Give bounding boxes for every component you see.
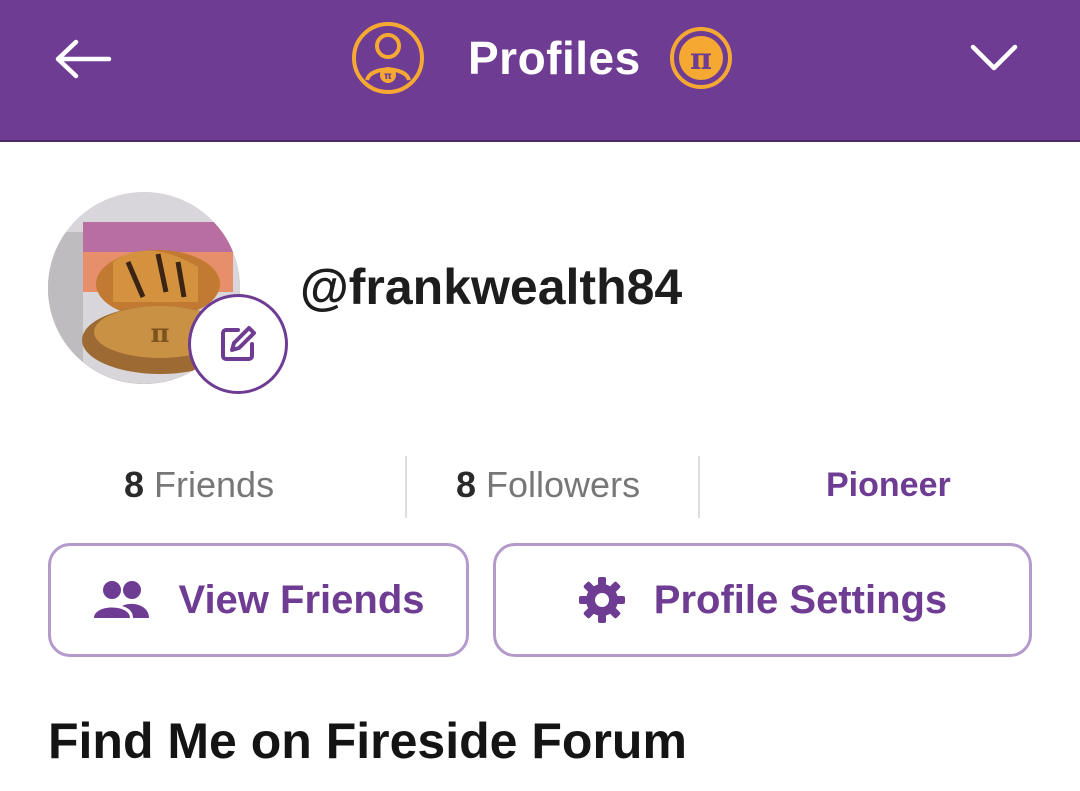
profile-settings-button[interactable]: Profile Settings	[493, 543, 1032, 657]
view-friends-label: View Friends	[178, 577, 425, 622]
section-heading: Find Me on Fireside Forum	[48, 713, 687, 769]
followers-stat[interactable]: 8 Followers	[456, 464, 640, 506]
edit-icon	[221, 326, 256, 361]
profile-settings-label: Profile Settings	[653, 577, 948, 622]
title-group: π Profiles π	[350, 20, 733, 96]
friends-label: Friends	[154, 464, 275, 505]
svg-text:π: π	[384, 71, 392, 82]
friends-stat[interactable]: 8 Friends	[124, 464, 274, 506]
page-title: Profiles	[468, 32, 641, 84]
role-badge: Pioneer	[826, 466, 951, 504]
followers-label: Followers	[486, 464, 641, 505]
arrow-left-icon	[55, 39, 112, 79]
gear-icon	[578, 577, 625, 623]
pi-user-icon[interactable]: π	[350, 20, 426, 96]
view-friends-button[interactable]: View Friends	[48, 543, 469, 657]
back-button[interactable]	[52, 34, 114, 84]
username: @frankwealth84	[300, 259, 683, 315]
dropdown-button[interactable]	[966, 36, 1022, 80]
svg-text:π: π	[150, 319, 169, 349]
chevron-down-icon	[970, 44, 1018, 71]
stats-row: 8 Friends 8 Followers Pioneer	[0, 452, 1080, 522]
people-icon	[94, 581, 150, 618]
app-header: π Profiles π	[0, 0, 1080, 142]
svg-text:π: π	[690, 42, 712, 77]
followers-count: 8	[456, 464, 477, 505]
divider	[698, 456, 700, 518]
edit-avatar-button[interactable]	[188, 294, 288, 394]
friends-count: 8	[124, 464, 145, 505]
divider	[405, 456, 407, 518]
pi-coin-icon: π	[669, 27, 732, 89]
